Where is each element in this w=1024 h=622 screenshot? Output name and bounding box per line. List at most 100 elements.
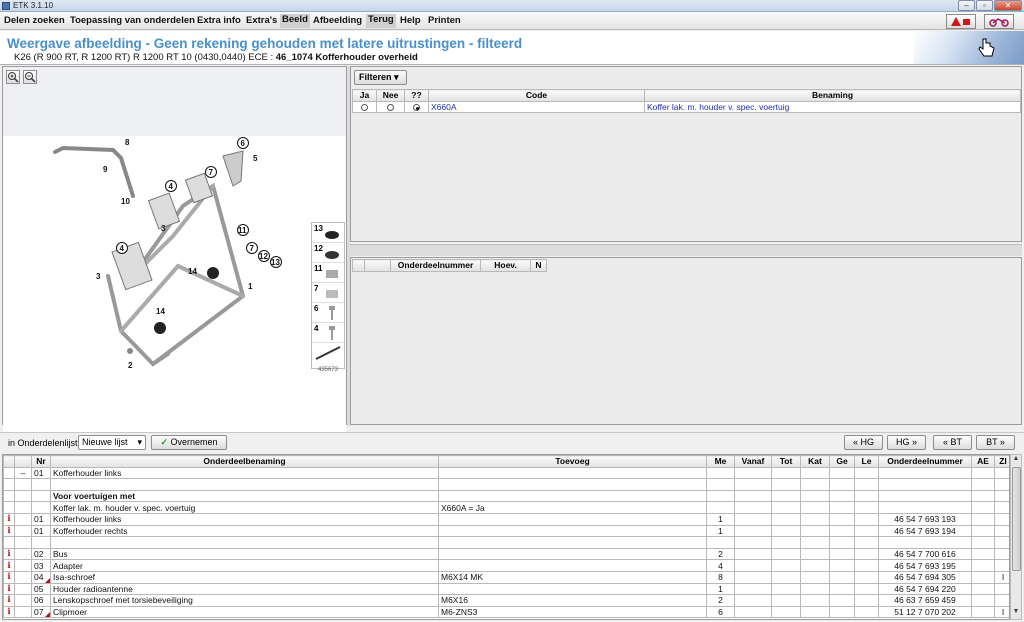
prev-hg-button[interactable]: « HG	[844, 435, 883, 450]
toevoeg-cell	[438, 536, 707, 549]
thumbnail-item[interactable]: 6	[312, 303, 344, 323]
radio-nee[interactable]	[387, 104, 394, 112]
numbers-panel: Onderdeelnummer Hoev. N	[350, 257, 1022, 425]
scroll-up-arrow[interactable]: ▲	[1011, 455, 1021, 466]
parts-table: Nr Onderdeelbenaming Toevoeg Me Vanaf To…	[3, 455, 1009, 619]
menu-terug[interactable]: Terug	[366, 14, 396, 28]
me-cell: 6	[706, 605, 735, 619]
table-row[interactable]: i 06 Lenskopschroef met torsiebeveiliging M…	[3, 594, 1009, 607]
column-header[interactable]	[14, 455, 32, 468]
column-header[interactable]: Ja	[352, 89, 377, 102]
column-header[interactable]: Onderdeelnummer	[878, 455, 972, 468]
thumbnail-item[interactable]: 4	[312, 323, 344, 343]
column-header[interactable]: Me	[706, 455, 735, 468]
column-header[interactable]: Code	[428, 89, 645, 102]
part-number-cell: 51 12 7 070 202	[878, 605, 972, 619]
table-row[interactable]: i 02 Bus 2 46 54 7 700 616	[3, 547, 1009, 561]
column-header[interactable]: Nr	[31, 455, 51, 468]
table-row[interactable]: i 01 Kofferhouder links 1 46 54 7 693 193	[3, 512, 1009, 526]
column-header[interactable]: Hoev.	[480, 259, 531, 272]
ge-cell	[829, 524, 855, 538]
table-row[interactable]: i 05 Houder radioantenne 1 46 54 7 694 220	[3, 582, 1009, 596]
prev-bt-button[interactable]: « BT	[933, 435, 972, 450]
column-header[interactable]: Ge	[829, 455, 855, 468]
callout-label: 13	[271, 258, 280, 267]
column-header[interactable]: Onderdeelbenaming	[50, 455, 439, 468]
close-button[interactable]: ✕	[994, 0, 1022, 11]
next-bt-button[interactable]: BT »	[976, 435, 1015, 450]
column-header[interactable]: Vanaf	[734, 455, 772, 468]
column-header[interactable]: Benaming	[644, 89, 1021, 102]
toolbar-alert-button[interactable]	[946, 14, 976, 29]
menu-extras[interactable]: Extra's	[246, 15, 277, 26]
next-hg-button[interactable]: HG »	[887, 435, 926, 450]
maximize-button[interactable]: ▫	[976, 0, 993, 11]
table-row[interactable]	[3, 536, 1009, 549]
column-header[interactable]: Kat	[800, 455, 830, 468]
table-row[interactable]: i 07 Clipmoer M6-ZNS3 6 51 12 7 070 202 I	[3, 605, 1009, 619]
scroll-thumb[interactable]	[1012, 467, 1021, 571]
kat-cell	[800, 605, 830, 619]
part-number-cell	[878, 466, 972, 480]
filter-button[interactable]: Filteren ▾	[354, 70, 407, 85]
menu-extra-info[interactable]: Extra info	[197, 15, 241, 26]
table-row[interactable]: X660A Koffer lak. m. houder v. spec. voe…	[352, 100, 1021, 114]
table-row[interactable]: i 01 Kofferhouder rechts 1 46 54 7 693 194	[3, 524, 1009, 538]
table-row[interactable]	[3, 478, 1009, 491]
thumbnail-item[interactable]: 11	[312, 263, 344, 283]
column-header[interactable]: AE	[971, 455, 995, 468]
part-name-cell: Isa-schroef	[50, 570, 439, 584]
table-row[interactable]: i 04 Isa-schroef M6X14 MK 8 46 54 7 694 305 I	[3, 570, 1009, 584]
table-row[interactable]: i 03 Adapter 4 46 54 7 693 195	[3, 559, 1009, 572]
table-row[interactable]: Koffer lak. m. houder v. spec. voertuig X…	[3, 501, 1009, 514]
thumbnail-item[interactable]: 12	[312, 243, 344, 263]
horizontal-splitter[interactable]	[350, 244, 1022, 256]
column-header[interactable]: Toevoeg	[438, 455, 707, 468]
parts-scrollbar[interactable]: ▲ ▼	[1010, 454, 1022, 620]
adhesive-icon	[315, 346, 341, 360]
indent-cell	[14, 478, 32, 491]
column-header[interactable]	[3, 455, 15, 468]
zoom-out-button[interactable]	[23, 70, 37, 84]
menu-delen-zoeken[interactable]: Delen zoeken	[4, 15, 65, 26]
menu-help[interactable]: Help	[400, 15, 421, 26]
me-cell	[706, 501, 735, 514]
list-select[interactable]: Nieuwe lijst ▾	[78, 435, 146, 450]
column-header[interactable]: ??	[404, 89, 429, 102]
indent-cell	[14, 547, 32, 561]
radio-ja[interactable]	[361, 104, 368, 112]
thumbnail-item[interactable]	[312, 343, 344, 363]
column-header[interactable]: ZI	[994, 455, 1009, 468]
nr-cell: 04	[31, 570, 51, 584]
thumbnail-item[interactable]: 7	[312, 283, 344, 303]
column-header[interactable]	[352, 259, 365, 272]
ae-cell	[971, 466, 995, 480]
column-header[interactable]	[364, 259, 391, 272]
part-number-cell: 46 54 7 693 195	[878, 559, 972, 572]
column-header[interactable]: Tot	[771, 455, 801, 468]
column-header[interactable]: Nee	[376, 89, 405, 102]
menu-afbeelding[interactable]: Afbeelding	[313, 15, 362, 26]
overnemen-button[interactable]: ✓ Overnemen	[151, 435, 227, 450]
toevoeg-cell: X660A = Ja	[438, 501, 707, 514]
column-header[interactable]: Onderdeelnummer	[390, 259, 481, 272]
column-header[interactable]: N	[530, 259, 547, 272]
menu-beeld[interactable]: Beeld	[280, 14, 310, 28]
menu-toepassing[interactable]: Toepassing van onderdelen	[70, 15, 195, 26]
part-name-cell	[50, 478, 439, 491]
menu-printen[interactable]: Printen	[428, 15, 461, 26]
kat-cell	[800, 501, 830, 514]
indent-cell	[14, 559, 32, 572]
scroll-down-arrow[interactable]: ▼	[1011, 608, 1021, 619]
table-row[interactable]: –01 Kofferhouder links	[3, 466, 1009, 480]
toolbar-vehicle-button[interactable]	[984, 14, 1014, 29]
parts-diagram[interactable]: 8 9 6 5 4 7 10 3 11 7 12 13 4 3 14 1 14 …	[3, 136, 346, 443]
part-number-cell: 46 54 7 693 193	[878, 512, 972, 526]
table-row[interactable]: Voor voertuigen met	[3, 489, 1009, 503]
radio-unknown[interactable]	[413, 104, 420, 112]
column-header[interactable]: Le	[854, 455, 879, 468]
thumbnail-item[interactable]: 13	[312, 223, 344, 243]
part-name-cell: Voor voertuigen met	[50, 489, 439, 503]
minimize-button[interactable]: ‒	[958, 0, 975, 11]
zoom-in-button[interactable]	[6, 70, 20, 84]
